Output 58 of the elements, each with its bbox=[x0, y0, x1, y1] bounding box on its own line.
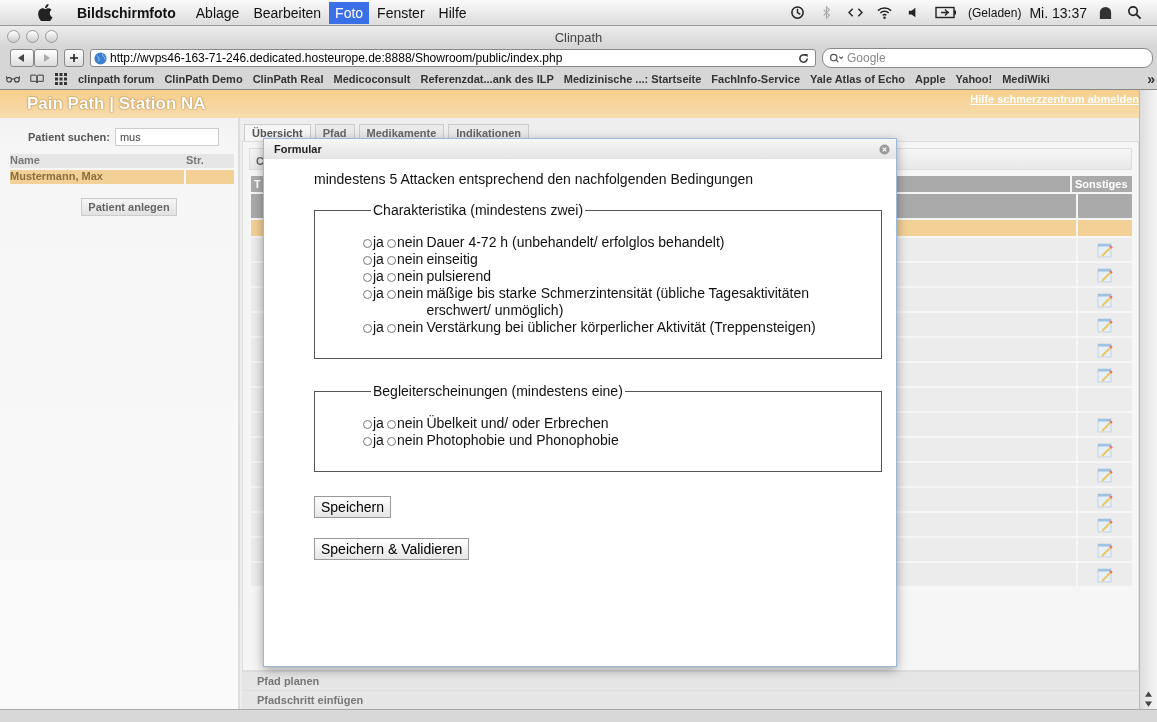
bookmark-link[interactable]: ClinPath Real bbox=[252, 73, 324, 85]
fieldset-legend: Begleiterscheinungen (mindestens eine) bbox=[371, 383, 625, 399]
app-title: Pain Path | Station NA bbox=[27, 94, 206, 114]
question-text: mäßige bis starke Schmerzintensität (übliche Tagesaktivitäten erschwert/ unmöglich) bbox=[426, 285, 810, 319]
question-text: Übelkeit und/ oder Erbrechen bbox=[426, 415, 610, 432]
menu-clock[interactable]: Mi. 13:37 bbox=[1029, 4, 1087, 21]
question-text: Verstärkung bei üblicher körperlicher Aktivität (Treppensteigen) bbox=[426, 319, 817, 336]
radio-label: nein bbox=[396, 268, 424, 285]
question-text: pulsierend bbox=[426, 268, 492, 285]
bookmark-link[interactable]: Yahoo! bbox=[955, 73, 993, 85]
form-button[interactable]: Speichern & Validieren bbox=[314, 538, 470, 560]
dialog-title: Formular bbox=[274, 143, 322, 155]
radio-label: ja bbox=[373, 268, 384, 285]
radio-label: nein bbox=[396, 319, 424, 336]
radio-label: nein bbox=[396, 234, 424, 251]
bookmark-link[interactable]: Medicoconsult bbox=[333, 73, 411, 85]
question-text: Dauer 4-72 h (unbehandelt/ erfolglos behandelt) bbox=[426, 234, 726, 251]
app-name[interactable]: Bildschirmfoto bbox=[77, 4, 176, 21]
bookmark-link[interactable]: ClinPath Demo bbox=[164, 73, 243, 85]
radio-label: ja bbox=[373, 234, 384, 251]
bookmark-link[interactable]: Yale Atlas of Echo bbox=[810, 73, 905, 85]
bookmark-link[interactable]: Apple bbox=[914, 73, 946, 85]
radio-label: ja bbox=[373, 251, 384, 268]
bookmark-link[interactable]: FachInfo-Service bbox=[711, 73, 800, 85]
bookmark-link[interactable]: Referenzdat...ank des ILP bbox=[420, 73, 554, 85]
column-header: Name bbox=[10, 154, 41, 168]
menu-item[interactable]: Ablage bbox=[189, 1, 246, 24]
fieldset-legend: Charakteristika (mindestens zwei) bbox=[371, 202, 586, 218]
radio-label: nein bbox=[396, 432, 424, 449]
question-text: Photophobie und Phonophobie bbox=[426, 432, 620, 449]
more-bookmarks-button[interactable]: » bbox=[1147, 71, 1155, 87]
radio-label: ja bbox=[373, 432, 384, 449]
window-title: Clinpath bbox=[554, 29, 603, 45]
radio-label: nein bbox=[396, 285, 424, 302]
accordion-header[interactable]: Pfad planen bbox=[242, 671, 1139, 690]
form-button[interactable]: Speichern bbox=[314, 496, 392, 518]
search-field[interactable]: Google bbox=[822, 48, 1153, 68]
radio-label: ja bbox=[373, 285, 384, 302]
menu-item[interactable]: Fenster bbox=[371, 1, 431, 24]
bookmark-link[interactable]: MediWiki bbox=[1002, 73, 1050, 85]
radio-label: ja bbox=[373, 319, 384, 336]
menu-item[interactable]: Foto bbox=[329, 1, 370, 24]
radio-label: nein bbox=[396, 251, 424, 268]
add-patient-button[interactable]: Patient anlegen bbox=[81, 198, 177, 216]
battery-status: (Geladen) bbox=[968, 5, 1022, 20]
radio-label: nein bbox=[396, 415, 424, 432]
search-label: Patient suchen: bbox=[28, 131, 110, 143]
address-field[interactable]: http://wvps46-163-71-246.dedicated.hosteurope.de:8888/Showroom/public/index.php bbox=[90, 49, 816, 67]
question-text: einseitig bbox=[426, 251, 479, 268]
bookmark-link[interactable]: clinpath forum bbox=[78, 73, 155, 85]
accordion-header[interactable]: Pfadschritt einfügen bbox=[242, 690, 1139, 709]
column-header: Str. bbox=[186, 154, 205, 168]
column-header: Sonstiges bbox=[1072, 176, 1132, 192]
radio-label: ja bbox=[373, 415, 384, 432]
patient-search-field[interactable]: mus bbox=[114, 128, 219, 146]
menu-item[interactable]: Hilfe bbox=[432, 1, 473, 24]
bookmark-link[interactable]: Medizinische ...: Startseite bbox=[563, 73, 702, 85]
menu-item[interactable]: Bearbeiten bbox=[247, 1, 328, 24]
